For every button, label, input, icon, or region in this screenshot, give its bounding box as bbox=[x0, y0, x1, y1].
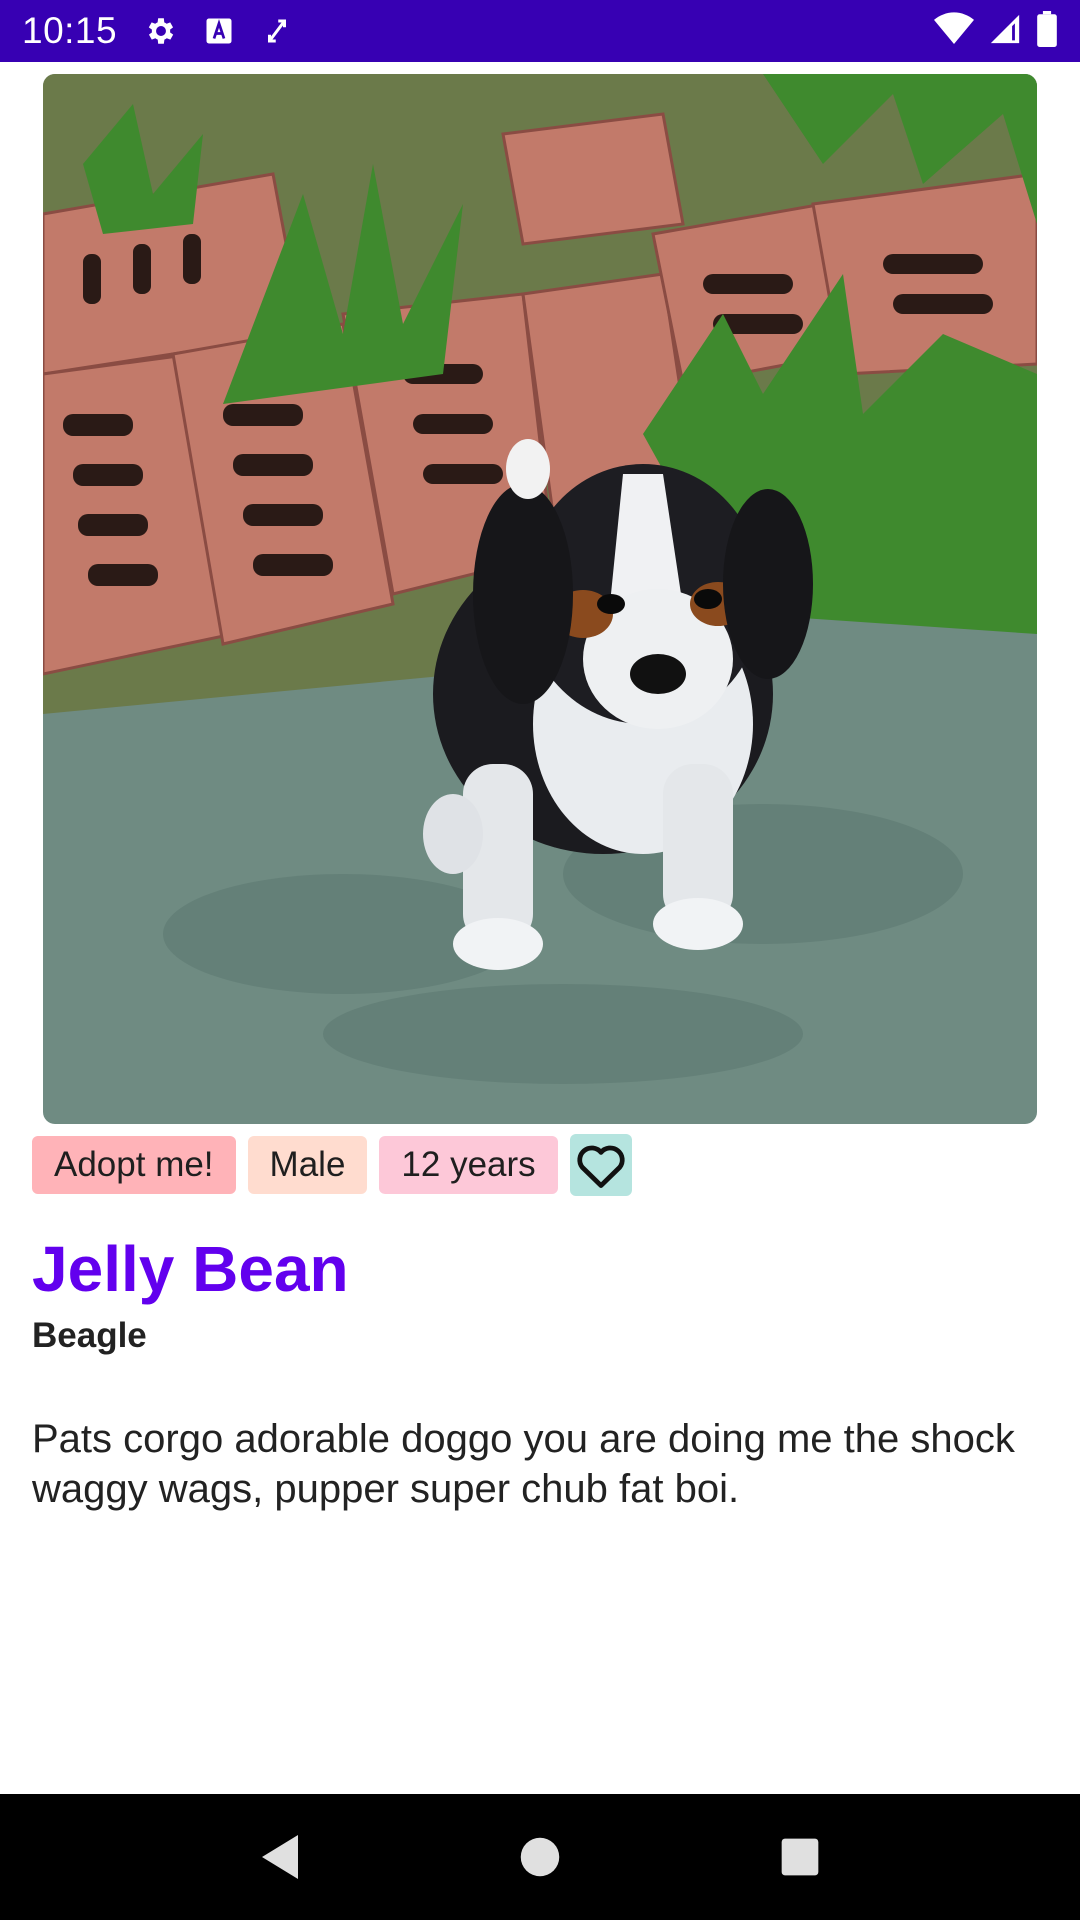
settings-icon bbox=[143, 13, 179, 49]
battery-icon bbox=[1036, 10, 1058, 52]
home-icon bbox=[520, 1837, 560, 1877]
pet-breed: Beagle bbox=[32, 1316, 147, 1355]
wifi-icon bbox=[934, 11, 974, 51]
favorite-button[interactable] bbox=[569, 1134, 632, 1196]
text-a-icon bbox=[201, 13, 237, 49]
adoption-status-chip: Adopt me! bbox=[32, 1136, 236, 1194]
pet-name: Jelly Bean bbox=[32, 1233, 349, 1305]
signal-icon bbox=[988, 12, 1022, 51]
status-time: 10:15 bbox=[22, 10, 118, 51]
gender-chip: Male bbox=[247, 1136, 368, 1194]
recents-icon bbox=[781, 1838, 819, 1876]
recents-button[interactable] bbox=[775, 1832, 825, 1882]
back-icon bbox=[262, 1835, 298, 1879]
status-bar: 10:15 bbox=[0, 0, 1080, 62]
pet-chips-row: Adopt me! Male 12 years bbox=[32, 1134, 632, 1196]
pet-description: Pats corgo adorable doggo you are doing … bbox=[32, 1417, 1015, 1511]
pet-photo bbox=[43, 74, 1037, 1124]
navigation-bar bbox=[0, 1794, 1080, 1920]
back-button[interactable] bbox=[255, 1832, 305, 1882]
status-right-group bbox=[934, 10, 1058, 52]
age-chip: 12 years bbox=[379, 1136, 558, 1194]
heart-outline-icon bbox=[577, 1145, 625, 1188]
shuffle-icon bbox=[259, 13, 295, 49]
home-button[interactable] bbox=[515, 1832, 565, 1882]
